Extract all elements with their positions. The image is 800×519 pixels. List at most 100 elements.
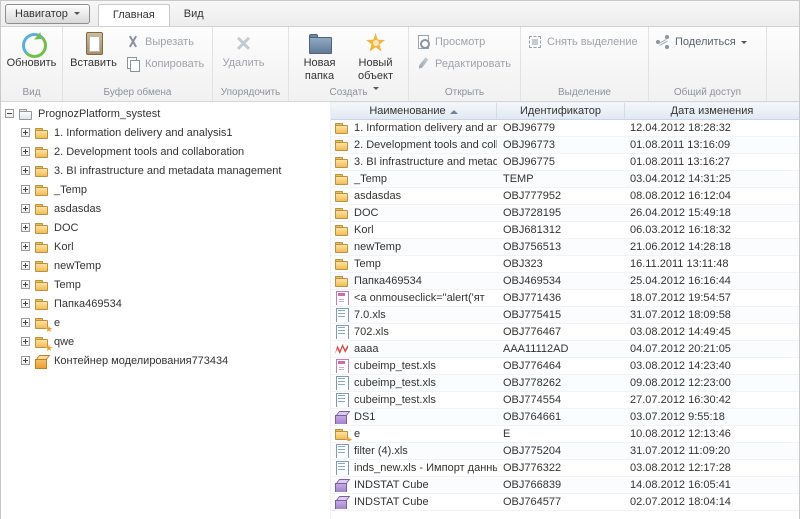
- tree-item[interactable]: Korl: [1, 237, 330, 256]
- cell-date-modified: 25.04.2012 16:16:44: [625, 275, 799, 287]
- cell-date-modified: 21.06.2012 14:28:18: [625, 241, 799, 253]
- cell-identifier: OBJ774554: [497, 394, 625, 406]
- edit-label: Редактировать: [435, 58, 511, 70]
- table-row[interactable]: 2. Development tools and collaborationOB…: [331, 137, 799, 154]
- deselect-button[interactable]: Снять выделение: [524, 33, 642, 51]
- deselect-label: Снять выделение: [547, 36, 638, 48]
- table-row[interactable]: 702.xlsOBJ77646703.08.2012 14:49:45: [331, 324, 799, 341]
- expand-toggle-icon[interactable]: [21, 166, 30, 175]
- edit-button[interactable]: Редактировать: [412, 55, 515, 73]
- tree-item[interactable]: 2. Development tools and collaboration: [1, 142, 330, 161]
- table-row[interactable]: filter (4).xlsOBJ77520431.07.2012 11:09:…: [331, 443, 799, 460]
- cell-identifier: OBJ681312: [497, 224, 625, 236]
- expand-toggle-icon[interactable]: [21, 223, 30, 232]
- expand-toggle-icon[interactable]: [21, 147, 30, 156]
- row-name-label: INDSTAT Cube: [354, 479, 429, 491]
- new-folder-button[interactable]: Новая папка: [292, 29, 347, 83]
- row-name-label: inds_new.xls - Импорт данных: [354, 462, 497, 474]
- cell-date-modified: 06.03.2012 16:18:32: [625, 224, 799, 236]
- table-row[interactable]: <a onmouseclick="alert('ятOBJ77143618.07…: [331, 290, 799, 307]
- tree-item[interactable]: ★qwe: [1, 332, 330, 351]
- table-row[interactable]: Папка469534OBJ46953425.04.2012 16:16:44: [331, 273, 799, 290]
- tree-item[interactable]: 3. BI infrastructure and metadata manage…: [1, 161, 330, 180]
- refresh-label: Обновить: [7, 57, 57, 70]
- tab-home[interactable]: Главная: [98, 4, 170, 26]
- navigator-menu-button[interactable]: Навигатор: [5, 4, 90, 24]
- table-row[interactable]: aaaaAAA11112AD04.07.2012 20:21:05: [331, 341, 799, 358]
- preview-button[interactable]: Просмотр: [412, 33, 515, 51]
- tab-home-label: Главная: [113, 9, 155, 21]
- table-row[interactable]: ★eE10.08.2012 12:13:46: [331, 426, 799, 443]
- table-row[interactable]: 7.0.xlsOBJ77541531.07.2012 18:09:58: [331, 307, 799, 324]
- column-id-label: Идентификатор: [520, 105, 601, 117]
- tree-item[interactable]: asdasdas: [1, 199, 330, 218]
- tree-item[interactable]: ★e: [1, 313, 330, 332]
- refresh-button[interactable]: Обновить: [4, 29, 59, 71]
- cell-date-modified: 03.04.2012 14:31:25: [625, 173, 799, 185]
- paste-label: Вставить: [70, 57, 117, 70]
- table-row[interactable]: INDSTAT CubeOBJ76457702.07.2012 18:04:14: [331, 494, 799, 511]
- row-name-label: 3. BI infrastructure and metadata manage…: [354, 156, 497, 168]
- expand-toggle-icon[interactable]: [21, 280, 30, 289]
- expand-toggle-icon[interactable]: [21, 128, 30, 137]
- tree-item[interactable]: 1. Information delivery and analysis1: [1, 123, 330, 142]
- refresh-icon: [20, 32, 44, 54]
- tree-item[interactable]: _Temp: [1, 180, 330, 199]
- share-button[interactable]: Поделиться: [652, 33, 751, 51]
- table-row[interactable]: cubeimp_test.xlsOBJ77646403.08.2012 14:2…: [331, 358, 799, 375]
- tab-view[interactable]: Вид: [170, 4, 218, 26]
- new-object-button[interactable]: Новый объект: [348, 29, 403, 94]
- tree-item[interactable]: DOC: [1, 218, 330, 237]
- copy-button[interactable]: Копировать: [122, 55, 208, 73]
- table-row[interactable]: _TempTEMP03.04.2012 14:31:25: [331, 171, 799, 188]
- tree-item[interactable]: Папка469534: [1, 294, 330, 313]
- tree-item[interactable]: Temp: [1, 275, 330, 294]
- table-row[interactable]: DS1OBJ76466103.07.2012 9:55:18: [331, 409, 799, 426]
- expand-toggle-icon[interactable]: [21, 318, 30, 327]
- table-row[interactable]: asdasdasOBJ77795208.08.2012 16:12:04: [331, 188, 799, 205]
- folder-star-icon: ★: [34, 316, 50, 330]
- collapse-toggle-icon[interactable]: [5, 109, 14, 118]
- table-row[interactable]: cubeimp_test.xlsOBJ77455427.07.2012 16:3…: [331, 392, 799, 409]
- cell-date-modified: 31.07.2012 18:09:58: [625, 309, 799, 321]
- expand-toggle-icon[interactable]: [21, 299, 30, 308]
- expand-toggle-icon[interactable]: [21, 337, 30, 346]
- cell-identifier: OBJ96775: [497, 156, 625, 168]
- row-name-label: Temp: [354, 258, 381, 270]
- tree-item[interactable]: newTemp: [1, 256, 330, 275]
- expand-toggle-icon[interactable]: [21, 242, 30, 251]
- tree-root[interactable]: PrognozPlatform_systest: [1, 104, 330, 123]
- tree-item-label: Папка469534: [54, 298, 122, 310]
- row-name-label: cubeimp_test.xls: [354, 377, 436, 389]
- table-row[interactable]: INDSTAT CubeOBJ76683914.08.2012 16:05:41: [331, 477, 799, 494]
- cell-date-modified: 04.07.2012 20:21:05: [625, 343, 799, 355]
- delete-button[interactable]: Удалить: [216, 29, 271, 71]
- expand-toggle-icon[interactable]: [21, 261, 30, 270]
- cut-button[interactable]: Вырезать: [122, 33, 208, 51]
- table-row[interactable]: 1. Information delivery and analysis1OBJ…: [331, 120, 799, 137]
- table-row[interactable]: cubeimp_test.xlsOBJ77826209.08.2012 12:2…: [331, 375, 799, 392]
- tree-item-label: asdasdas: [54, 203, 101, 215]
- expand-toggle-icon[interactable]: [21, 204, 30, 213]
- folder-icon: [334, 189, 350, 203]
- table-row[interactable]: 3. BI infrastructure and metadata manage…: [331, 154, 799, 171]
- table-row[interactable]: newTempOBJ75651321.06.2012 14:28:18: [331, 239, 799, 256]
- share-icon: [656, 35, 670, 49]
- tree-item[interactable]: Контейнер моделирования773434: [1, 351, 330, 370]
- column-header-date[interactable]: Дата изменения: [625, 103, 799, 119]
- chevron-down-icon: [74, 12, 80, 18]
- table-row[interactable]: TempOBJ32316.11.2011 13:11:48: [331, 256, 799, 273]
- cell-date-modified: 01.08.2011 13:16:09: [625, 139, 799, 151]
- column-header-id[interactable]: Идентификатор: [497, 103, 625, 119]
- ribbon-group-clipboard: Вставить Вырезать Копировать Буфер обмен…: [63, 27, 213, 101]
- table-row[interactable]: DOCOBJ72819526.04.2012 15:49:18: [331, 205, 799, 222]
- folder-star-icon: ★: [334, 427, 350, 441]
- expand-toggle-icon[interactable]: [21, 356, 30, 365]
- table-row[interactable]: inds_new.xls - Импорт данныхOBJ77632203.…: [331, 460, 799, 477]
- column-header-name[interactable]: Наименование: [331, 103, 497, 119]
- row-name-label: DS1: [354, 411, 375, 423]
- table-row[interactable]: KorlOBJ68131206.03.2012 16:18:32: [331, 222, 799, 239]
- paste-button[interactable]: Вставить: [66, 29, 121, 71]
- expand-toggle-icon[interactable]: [21, 185, 30, 194]
- cell-identifier: OBJ776464: [497, 360, 625, 372]
